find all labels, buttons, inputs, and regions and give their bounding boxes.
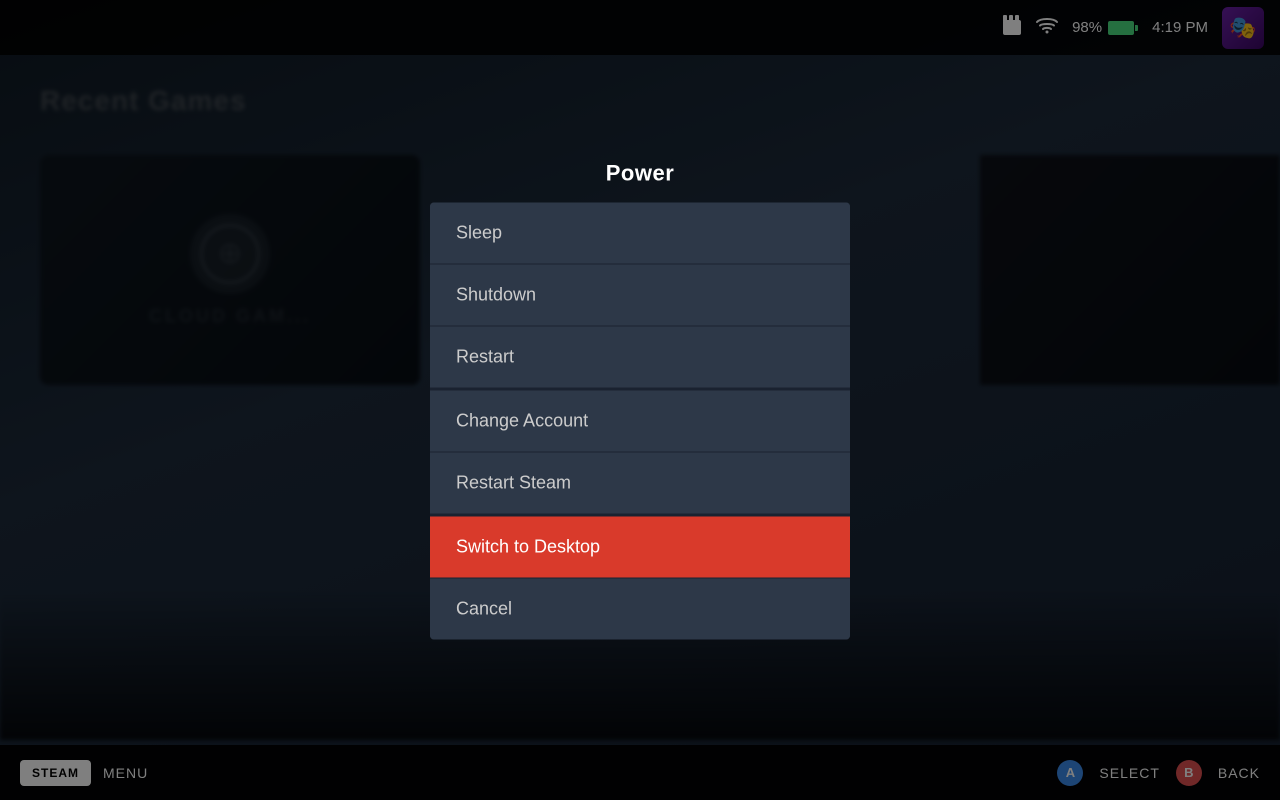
menu-item-cancel[interactable]: Cancel bbox=[430, 579, 850, 640]
menu-item-sleep-label: Sleep bbox=[456, 223, 502, 244]
menu-item-sleep[interactable]: Sleep bbox=[430, 203, 850, 265]
menu-item-change-account-label: Change Account bbox=[456, 411, 588, 432]
menu-item-restart[interactable]: Restart bbox=[430, 327, 850, 389]
menu-item-change-account[interactable]: Change Account bbox=[430, 389, 850, 453]
menu-item-switch-desktop[interactable]: Switch to Desktop bbox=[430, 515, 850, 579]
menu-item-restart-steam[interactable]: Restart Steam bbox=[430, 453, 850, 515]
power-menu: Sleep Shutdown Restart Change Account Re… bbox=[430, 203, 850, 640]
power-dialog: Power Sleep Shutdown Restart Change Acco… bbox=[430, 161, 850, 640]
menu-item-switch-desktop-label: Switch to Desktop bbox=[456, 537, 600, 558]
menu-item-shutdown[interactable]: Shutdown bbox=[430, 265, 850, 327]
menu-item-shutdown-label: Shutdown bbox=[456, 285, 536, 306]
menu-item-restart-steam-label: Restart Steam bbox=[456, 473, 571, 494]
menu-item-restart-label: Restart bbox=[456, 347, 514, 368]
menu-item-cancel-label: Cancel bbox=[456, 599, 512, 620]
power-dialog-title: Power bbox=[606, 161, 675, 187]
